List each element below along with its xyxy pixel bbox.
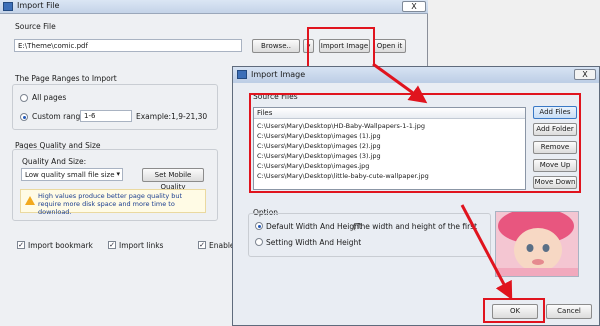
arrow-to-source-files bbox=[372, 62, 428, 104]
annotation-arrows bbox=[372, 62, 513, 300]
arrow-to-ok bbox=[460, 204, 513, 300]
